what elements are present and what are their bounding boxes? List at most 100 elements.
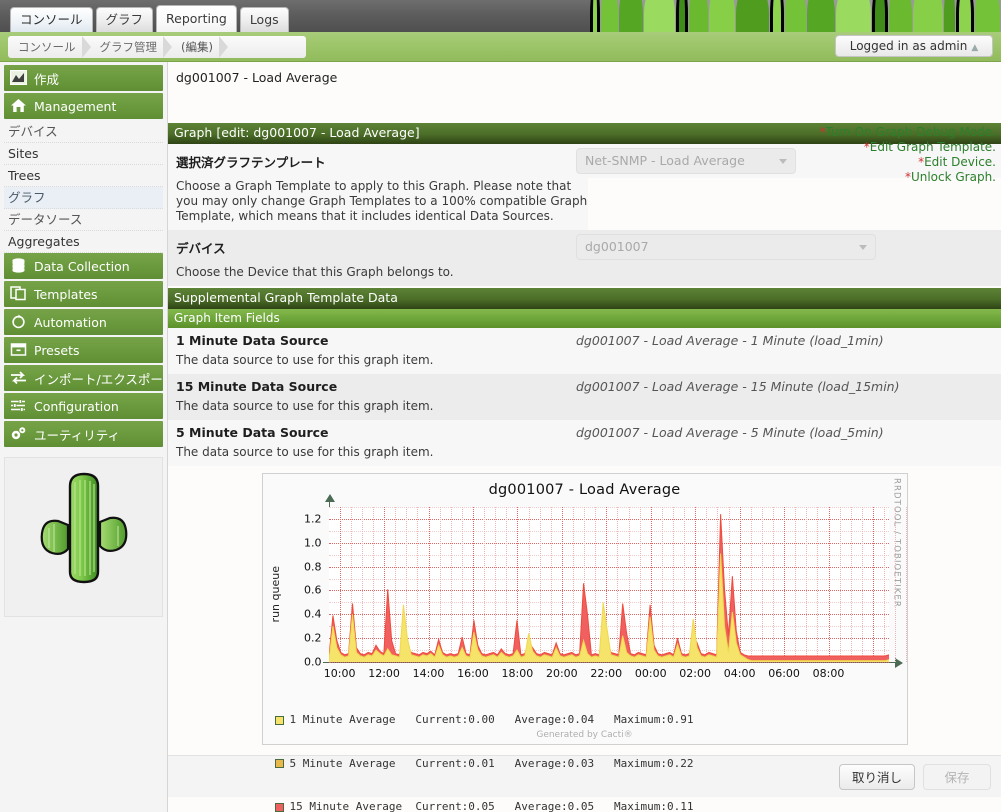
legend-row-1min: 1 Minute Average Current:0.00 Average:0.… (275, 713, 694, 728)
x-tick-label: 12:00 (368, 667, 400, 680)
breadcrumb: コンソール グラフ管理 (編集) (8, 36, 306, 58)
link-edit-graph-template[interactable]: *Edit Graph Template. (819, 140, 996, 155)
graph-action-links: *Turn On Graph Debug Mode. *Edit Graph T… (819, 125, 996, 185)
tab-reporting[interactable]: Reporting (156, 5, 237, 32)
cacti-cactus-logo (28, 466, 140, 609)
item-field-value: dg001007 - Load Average - 1 Minute (load… (576, 333, 884, 348)
item-field-row-1min: 1 Minute Data Source dg001007 - Load Ave… (168, 328, 1001, 352)
save-button[interactable]: 保存 (923, 764, 991, 790)
x-tick-label: 16:00 (457, 667, 489, 680)
sidebar-group-management[interactable]: Management (4, 93, 163, 119)
link-turn-on-graph-debug-mode[interactable]: *Turn On Graph Debug Mode. (819, 125, 996, 140)
y-tick-label: 0.4 (304, 608, 322, 621)
graph-title: dg001007 - Load Average (263, 474, 907, 498)
sidebar-item-graphs[interactable]: グラフ (4, 187, 163, 209)
link-unlock-graph[interactable]: *Unlock Graph. (819, 170, 996, 185)
sidebar-group-templates[interactable]: Templates (4, 281, 163, 307)
graph-generated-by: Generated by Cacti® (263, 730, 907, 740)
sidebar-item-sites[interactable]: Sites (4, 143, 163, 165)
sidebar-group-label: Configuration (34, 399, 119, 414)
chevron-down-icon (859, 245, 867, 250)
device-select-value: dg001007 (585, 239, 649, 254)
top-tab-bar: コンソール グラフ Reporting Logs (0, 0, 1001, 32)
chart-create-icon (10, 70, 28, 86)
item-field-value: dg001007 - Load Average - 5 Minute (load… (576, 425, 884, 440)
legend-swatch-15min (275, 803, 284, 812)
legend-text-15min: 15 Minute Average Current:0.05 Average:0… (290, 800, 694, 812)
sidebar-item-devices[interactable]: デバイス (4, 121, 163, 143)
graph-template-select-value: Net-SNMP - Load Average (585, 153, 745, 168)
automation-icon (10, 314, 28, 330)
chevron-up-icon: ▲ (971, 38, 978, 59)
item-field-label: 1 Minute Data Source (176, 333, 576, 348)
sidebar-group-label: Management (34, 99, 116, 114)
sidebar-item-data-sources[interactable]: データソース (4, 209, 163, 231)
breadcrumb-bar: コンソール グラフ管理 (編集) Logged in as admin▲ (0, 32, 1001, 62)
item-field-row-5min: 5 Minute Data Source dg001007 - Load Ave… (168, 420, 1001, 444)
tab-logs[interactable]: Logs (240, 7, 289, 32)
field-row-device: デバイス dg001007 (168, 230, 1001, 264)
y-tick-label: 0.2 (304, 632, 322, 645)
legend-swatch-5min (275, 759, 284, 768)
x-tick-label: 22:00 (590, 667, 622, 680)
sidebar: 作成 Management デバイス Sites Trees グラフ データソー… (0, 62, 168, 812)
legend-text-5min: 5 Minute Average Current:0.01 Average:0.… (290, 757, 694, 772)
breadcrumb-item-console[interactable]: コンソール (8, 36, 90, 58)
chevron-down-icon (779, 159, 787, 164)
import-export-icon (10, 370, 28, 386)
graph-legend: 1 Minute Average Current:0.00 Average:0.… (275, 684, 694, 812)
gears-icon (10, 426, 28, 442)
templates-icon (10, 286, 28, 302)
breadcrumb-item-edit[interactable]: (編集) (171, 36, 227, 58)
graph-y-axis-label: run queue (269, 566, 282, 622)
load-average-graph[interactable]: dg001007 - Load Average RRDTOOL / TOBIOE… (262, 473, 908, 745)
item-field-value: dg001007 - Load Average - 15 Minute (loa… (576, 379, 900, 394)
cancel-button[interactable]: 取り消し (839, 764, 915, 790)
sidebar-group-label: Presets (34, 343, 80, 358)
legend-text-1min: 1 Minute Average Current:0.00 Average:0.… (290, 713, 694, 728)
section-header-supplemental: Supplemental Graph Template Data (168, 288, 1001, 309)
link-label: Turn On Graph Debug Mode. (825, 125, 996, 139)
home-icon (10, 98, 28, 114)
legend-swatch-1min (275, 716, 284, 725)
field-description-device: Choose the Device that this Graph belong… (168, 264, 1001, 286)
x-tick-label: 10:00 (324, 667, 356, 680)
graph-series-svg (329, 507, 889, 662)
x-tick-label: 18:00 (502, 667, 534, 680)
legend-row-5min: 5 Minute Average Current:0.01 Average:0.… (275, 757, 694, 772)
y-tick-label: 1.2 (304, 512, 322, 525)
sidebar-group-configuration[interactable]: Configuration (4, 393, 163, 419)
sidebar-group-automation[interactable]: Automation (4, 309, 163, 335)
gridline-vertical-minor (906, 507, 907, 662)
sidebar-group-import-export[interactable]: インポート/エクスポート (4, 365, 163, 391)
tab-graphs[interactable]: グラフ (96, 7, 154, 32)
x-tick-label: 02:00 (679, 667, 711, 680)
gridline-vertical-minor (895, 507, 896, 662)
y-tick-label: 0.6 (304, 584, 322, 597)
sidebar-group-utilities[interactable]: ユーティリティ (4, 421, 163, 447)
device-select[interactable]: dg001007 (576, 234, 876, 260)
link-label: Unlock Graph. (911, 170, 996, 184)
section-header-graph-item-fields: Graph Item Fields (168, 309, 1001, 328)
x-tick-label: 14:00 (413, 667, 445, 680)
series-line-load_15min (329, 514, 889, 656)
user-menu-button[interactable]: Logged in as admin▲ (835, 35, 993, 57)
sidebar-item-trees[interactable]: Trees (4, 165, 163, 187)
sidebar-group-data-collection[interactable]: Data Collection (4, 253, 163, 279)
y-tick-label: 0.0 (304, 656, 322, 669)
sidebar-group-create[interactable]: 作成 (4, 65, 163, 91)
breadcrumb-item-graph-management[interactable]: グラフ管理 (90, 36, 172, 58)
tab-console[interactable]: コンソール (10, 7, 93, 32)
link-label: Edit Graph Template. (870, 140, 996, 154)
sidebar-group-presets[interactable]: Presets (4, 337, 163, 363)
rrdtool-watermark: RRDTOOL / TOBIOETIKER (892, 478, 902, 608)
database-icon (10, 258, 28, 274)
presets-box-icon (10, 342, 28, 358)
sidebar-group-label: インポート/エクスポート (34, 369, 163, 388)
graph-template-select[interactable]: Net-SNMP - Load Average (576, 148, 796, 174)
sidebar-item-aggregates[interactable]: Aggregates (4, 231, 163, 253)
item-field-description: The data source to use for this graph it… (168, 352, 1001, 374)
page-title: dg001007 - Load Average (168, 62, 1001, 85)
sidebar-group-label: 作成 (34, 69, 59, 88)
link-edit-device[interactable]: *Edit Device. (819, 155, 996, 170)
